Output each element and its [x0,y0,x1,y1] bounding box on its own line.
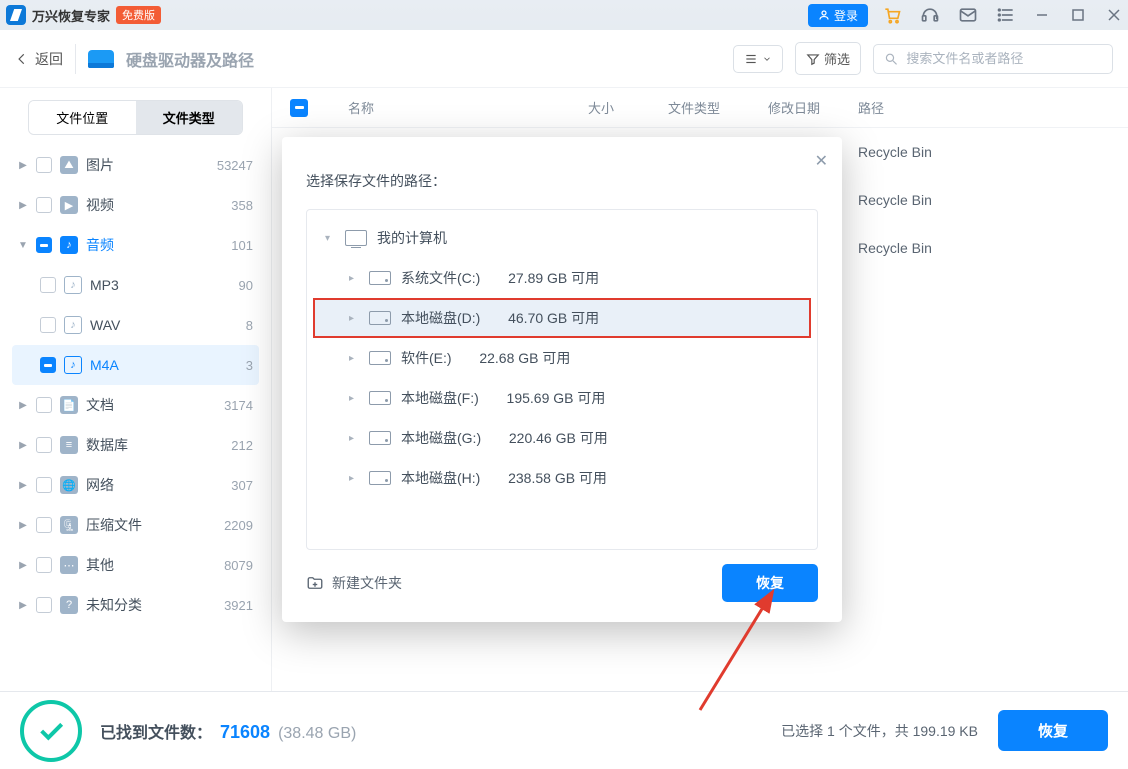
computer-icon [345,230,367,246]
new-folder-label: 新建文件夹 [332,573,402,593]
drive-free: 195.69 GB 可用 [507,388,606,408]
drive-free: 238.58 GB 可用 [508,468,607,488]
drive-label: 系统文件(C:) [401,268,480,288]
modal-title: 选择保存文件的路径： [306,171,818,191]
tree-drive-g[interactable]: ▸本地磁盘(G:) 220.46 GB 可用 [307,418,817,458]
folder-plus-icon [306,574,324,592]
drive-free: 22.68 GB 可用 [479,348,570,368]
drive-icon [369,471,391,485]
modal-recover-button[interactable]: 恢复 [722,564,818,602]
drive-free: 220.46 GB 可用 [509,428,608,448]
new-folder-button[interactable]: 新建文件夹 [306,573,402,593]
tree-drive-f[interactable]: ▸本地磁盘(F:) 195.69 GB 可用 [307,378,817,418]
save-path-modal: ✕ 选择保存文件的路径： ▾我的计算机 ▸系统文件(C:) 27.89 GB 可… [282,137,842,622]
drive-label: 本地磁盘(H:) [401,468,480,488]
drive-icon [369,351,391,365]
drive-free: 27.89 GB 可用 [508,268,599,288]
drive-icon [369,391,391,405]
drive-label: 本地磁盘(D:) [401,308,480,328]
tree-drive-h[interactable]: ▸本地磁盘(H:) 238.58 GB 可用 [307,458,817,498]
drive-icon [369,271,391,285]
path-tree: ▾我的计算机 ▸系统文件(C:) 27.89 GB 可用 ▸本地磁盘(D:) 4… [306,209,818,550]
modal-footer: 新建文件夹 恢复 [306,564,818,602]
drive-label: 软件(E:) [401,348,452,368]
tree-root[interactable]: ▾我的计算机 [307,218,817,258]
tree-drive-d[interactable]: ▸本地磁盘(D:) 46.70 GB 可用 [313,298,811,338]
drive-label: 本地磁盘(G:) [401,428,481,448]
drive-free: 46.70 GB 可用 [508,308,599,328]
drive-label: 本地磁盘(F:) [401,388,479,408]
tree-drive-c[interactable]: ▸系统文件(C:) 27.89 GB 可用 [307,258,817,298]
tree-root-label: 我的计算机 [377,228,447,248]
drive-icon [369,311,391,325]
modal-close-button[interactable]: ✕ [815,151,828,171]
drive-icon [369,431,391,445]
tree-drive-e[interactable]: ▸软件(E:) 22.68 GB 可用 [307,338,817,378]
